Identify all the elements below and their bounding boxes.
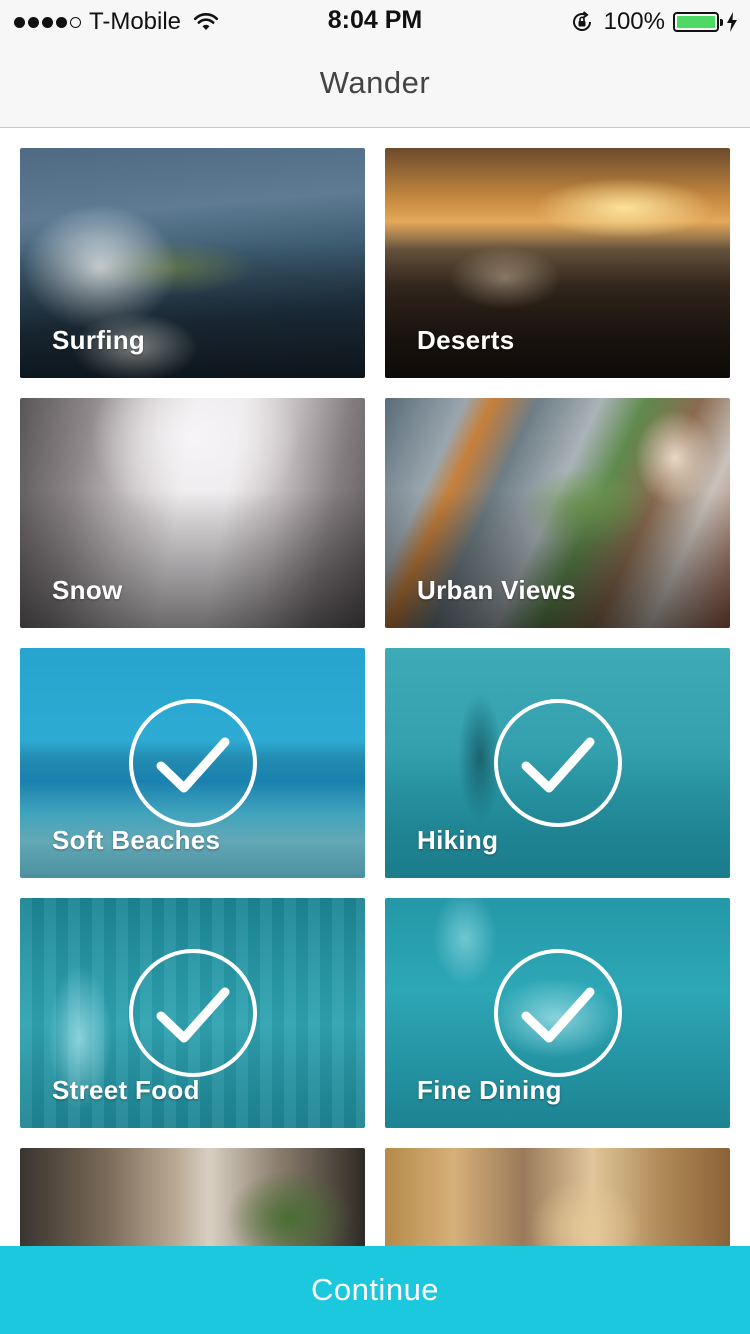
category-tile-deserts[interactable]: Deserts	[385, 148, 730, 378]
category-label: Fine Dining	[417, 1075, 562, 1105]
category-tile-architecture[interactable]	[385, 1148, 730, 1246]
category-tile-surfing[interactable]: Surfing	[20, 148, 365, 378]
architecture-image	[385, 1148, 730, 1246]
category-label: Deserts	[417, 325, 515, 355]
checkmark-icon	[129, 949, 257, 1077]
navigation-bar: Wander	[0, 40, 750, 128]
category-label: Urban Views	[417, 575, 576, 605]
status-right: 100%	[570, 8, 738, 36]
category-tile-fine-dining[interactable]: Fine Dining	[385, 898, 730, 1128]
category-label: Snow	[52, 575, 123, 605]
checkmark-icon	[494, 699, 622, 827]
category-tile-hiking[interactable]: Hiking	[385, 648, 730, 878]
category-label: Surfing	[52, 325, 146, 355]
page-title: Wander	[319, 65, 431, 100]
battery-icon	[673, 12, 723, 32]
battery-percent: 100%	[603, 8, 665, 35]
category-grid[interactable]: Surfing Deserts Snow Urban Views Soft Be…	[20, 148, 730, 1246]
charging-icon	[727, 12, 737, 32]
category-tile-urban-views[interactable]: Urban Views	[385, 398, 730, 628]
checkmark-icon	[129, 699, 257, 827]
category-tile-street-food[interactable]: Street Food	[20, 898, 365, 1128]
category-label: Street Food	[52, 1075, 200, 1105]
category-tile-snow[interactable]: Snow	[20, 398, 365, 628]
city-street-image	[20, 1148, 365, 1246]
checkmark-icon	[494, 949, 622, 1077]
category-label: Soft Beaches	[52, 825, 221, 855]
category-tile-soft-beaches[interactable]: Soft Beaches	[20, 648, 365, 878]
continue-button[interactable]: Continue	[0, 1246, 750, 1334]
rotation-lock-icon	[572, 11, 591, 31]
category-label: Hiking	[417, 825, 499, 855]
category-tile-city-street[interactable]	[20, 1148, 365, 1246]
status-bar: T-Mobile 8:04 PM 100%	[0, 0, 750, 40]
